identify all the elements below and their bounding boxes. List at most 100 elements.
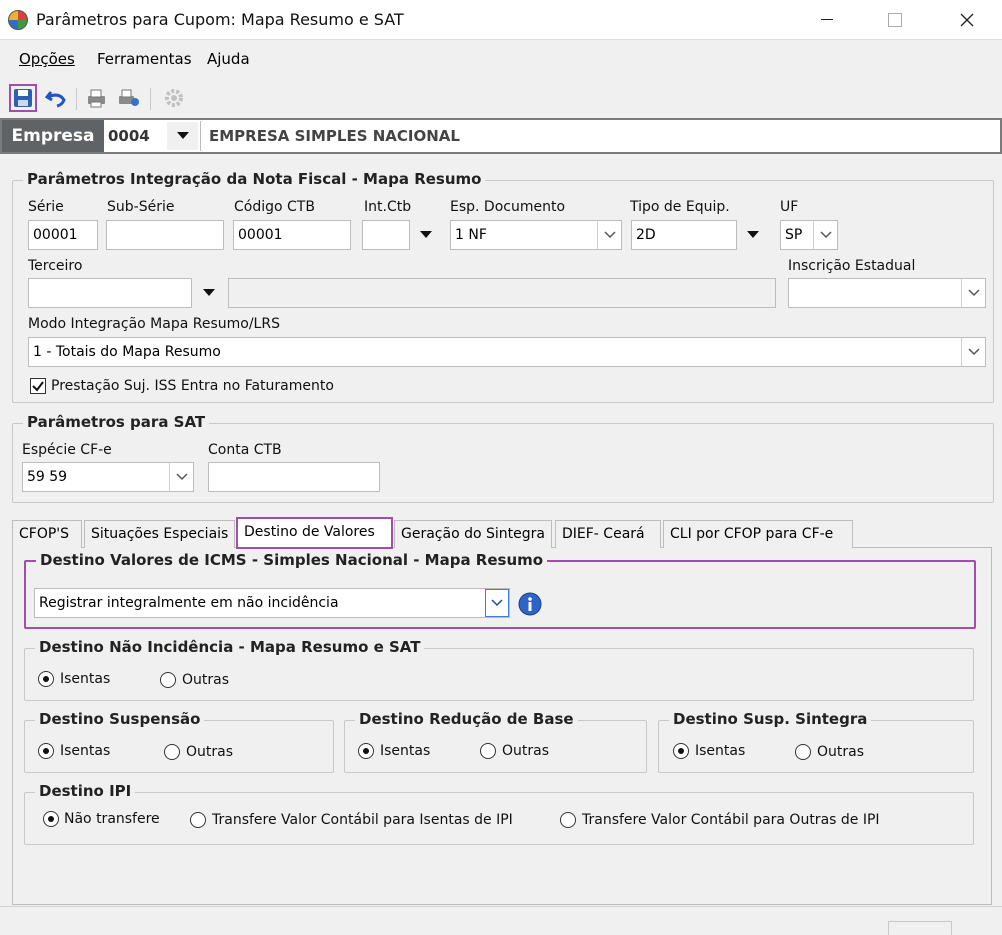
destino-suspensao-title: Destino Suspensão xyxy=(35,710,205,728)
menu-opcoes[interactable]: Opções xyxy=(19,50,75,68)
minimize-icon xyxy=(821,19,833,20)
close-icon xyxy=(960,13,974,27)
tab-dief-ceara[interactable]: DIEF- Ceará xyxy=(555,520,661,548)
uf-dropdown-button[interactable] xyxy=(813,221,837,249)
save-button[interactable] xyxy=(9,84,37,112)
menu-ajuda[interactable]: Ajuda xyxy=(207,50,250,68)
especie-cfe-select[interactable]: 59 59 xyxy=(22,462,194,492)
status-bar xyxy=(0,906,1002,935)
triangle-down-icon xyxy=(747,231,759,238)
empresa-dropdown-button[interactable] xyxy=(167,122,198,150)
modo-integracao-select[interactable]: 1 - Totais do Mapa Resumo xyxy=(28,337,986,367)
maximize-button[interactable] xyxy=(872,0,918,40)
empresa-code[interactable]: 0004 xyxy=(108,127,150,145)
print-button[interactable] xyxy=(82,84,110,112)
reducao-outras-label: Outras xyxy=(502,743,550,759)
empresa-label: Empresa xyxy=(2,120,104,152)
serie-label: Série xyxy=(28,199,64,215)
susp-sintegra-outras-label: Outras xyxy=(817,744,865,760)
tipo-equip-dropdown-button[interactable] xyxy=(738,220,768,250)
destino-icms-select[interactable]: Registrar integralmente em não incidênci… xyxy=(34,588,510,618)
menu-bar: Opções Ferramentas Ajuda xyxy=(0,40,1002,78)
undo-button[interactable] xyxy=(42,84,70,112)
tab-situacoes-especiais[interactable]: Situações Especiais xyxy=(84,520,235,548)
reducao-isentas-label: Isentas xyxy=(380,743,431,759)
uf-value: SP xyxy=(785,227,803,243)
terceiro-label: Terceiro xyxy=(28,258,83,274)
destino-icms-title: Destino Valores de ICMS - Simples Nacion… xyxy=(36,551,548,569)
nf-group-title: Parâmetros Integração da Nota Fiscal - M… xyxy=(23,170,486,188)
toolbar xyxy=(0,80,1002,116)
title-bar: Parâmetros para Cupom: Mapa Resumo e SAT xyxy=(0,0,1002,40)
serie-input[interactable]: 00001 xyxy=(28,220,98,250)
tab-cfops[interactable]: CFOP'S xyxy=(12,520,82,548)
ipi-nao-transfere-radio[interactable] xyxy=(43,811,59,827)
susp-sintegra-isentas-label: Isentas xyxy=(695,743,746,759)
tipo-equip-input[interactable]: 2D xyxy=(631,220,737,250)
suspensao-outras-label: Outras xyxy=(186,744,234,760)
int-ctb-label: Int.Ctb xyxy=(364,199,412,215)
int-ctb-input[interactable] xyxy=(362,220,410,250)
empresa-name: EMPRESA SIMPLES NACIONAL xyxy=(200,121,996,151)
especie-cfe-value: 59 59 xyxy=(27,469,68,485)
susp-sintegra-isentas-radio[interactable] xyxy=(673,743,689,759)
susp-sintegra-outras-radio[interactable] xyxy=(795,744,811,760)
uf-select[interactable]: SP xyxy=(780,220,838,250)
sat-group-title: Parâmetros para SAT xyxy=(23,413,210,431)
conta-ctb-input[interactable] xyxy=(208,462,380,492)
status-panel xyxy=(888,921,952,935)
esp-documento-select[interactable]: 1 NF xyxy=(450,220,622,250)
especie-cfe-dropdown-button[interactable] xyxy=(169,463,193,491)
destino-susp-sintegra-title: Destino Susp. Sintegra xyxy=(669,710,872,728)
reducao-isentas-radio[interactable] xyxy=(358,743,374,759)
esp-documento-value: 1 NF xyxy=(455,227,487,243)
checkmark-icon xyxy=(32,381,44,392)
nao-incidencia-outras-radio[interactable] xyxy=(160,672,176,688)
menu-ferramentas[interactable]: Ferramentas xyxy=(97,50,192,68)
print-setup-button[interactable] xyxy=(115,84,143,112)
tipo-equip-label: Tipo de Equip. xyxy=(630,199,730,215)
modo-integracao-value: 1 - Totais do Mapa Resumo xyxy=(33,344,221,360)
esp-documento-dropdown-button[interactable] xyxy=(597,221,621,249)
printer-icon xyxy=(88,89,105,108)
suspensao-outras-radio[interactable] xyxy=(164,744,180,760)
info-icon xyxy=(518,592,542,616)
triangle-down-icon xyxy=(203,289,215,296)
conta-ctb-label: Conta CTB xyxy=(208,442,282,458)
tab-cli-cfop-cfe[interactable]: CLI por CFOP para CF-e xyxy=(663,520,853,548)
chevron-down-icon xyxy=(603,231,616,239)
prestacao-iss-label: Prestação Suj. ISS Entra no Faturamento xyxy=(51,378,334,394)
inscricao-estadual-dropdown-button[interactable] xyxy=(961,279,985,307)
reducao-outras-radio[interactable] xyxy=(480,743,496,759)
terceiro-dropdown-button[interactable] xyxy=(194,278,224,308)
terceiro-input[interactable] xyxy=(28,278,192,308)
ipi-outras-radio[interactable] xyxy=(560,812,576,828)
suspensao-isentas-radio[interactable] xyxy=(38,743,54,759)
nao-incidencia-outras-label: Outras xyxy=(182,672,230,688)
nao-incidencia-isentas-radio[interactable] xyxy=(38,671,54,687)
uf-label: UF xyxy=(780,199,799,215)
subserie-input[interactable] xyxy=(106,220,224,250)
ipi-isentas-label: Transfere Valor Contábil para Isentas de… xyxy=(212,812,513,828)
ipi-isentas-radio[interactable] xyxy=(190,812,206,828)
tab-destino-de-valores[interactable]: Destino de Valores xyxy=(236,517,393,549)
destino-ipi-title: Destino IPI xyxy=(35,782,136,800)
info-button[interactable] xyxy=(518,592,542,616)
chevron-down-icon xyxy=(491,599,503,607)
minimize-button[interactable] xyxy=(804,0,850,40)
prestacao-iss-checkbox[interactable] xyxy=(30,378,46,394)
close-button[interactable] xyxy=(944,0,990,40)
destino-icms-dropdown-button[interactable] xyxy=(485,589,509,617)
tab-geracao-sintegra[interactable]: Geração do Sintegra xyxy=(394,520,552,548)
suspensao-isentas-label: Isentas xyxy=(60,743,111,759)
especie-cfe-label: Espécie CF-e xyxy=(22,442,112,458)
terceiro-name-display xyxy=(228,278,776,308)
modo-integracao-dropdown-button[interactable] xyxy=(961,338,985,366)
inscricao-estadual-select[interactable] xyxy=(788,278,986,308)
print-setup-icon xyxy=(119,89,139,106)
triangle-down-icon xyxy=(420,231,432,238)
int-ctb-dropdown-button[interactable] xyxy=(411,220,441,250)
maximize-icon xyxy=(888,13,902,27)
codigo-ctb-input[interactable]: 00001 xyxy=(233,220,351,250)
destino-icms-value: Registrar integralmente em não incidênci… xyxy=(39,595,339,611)
